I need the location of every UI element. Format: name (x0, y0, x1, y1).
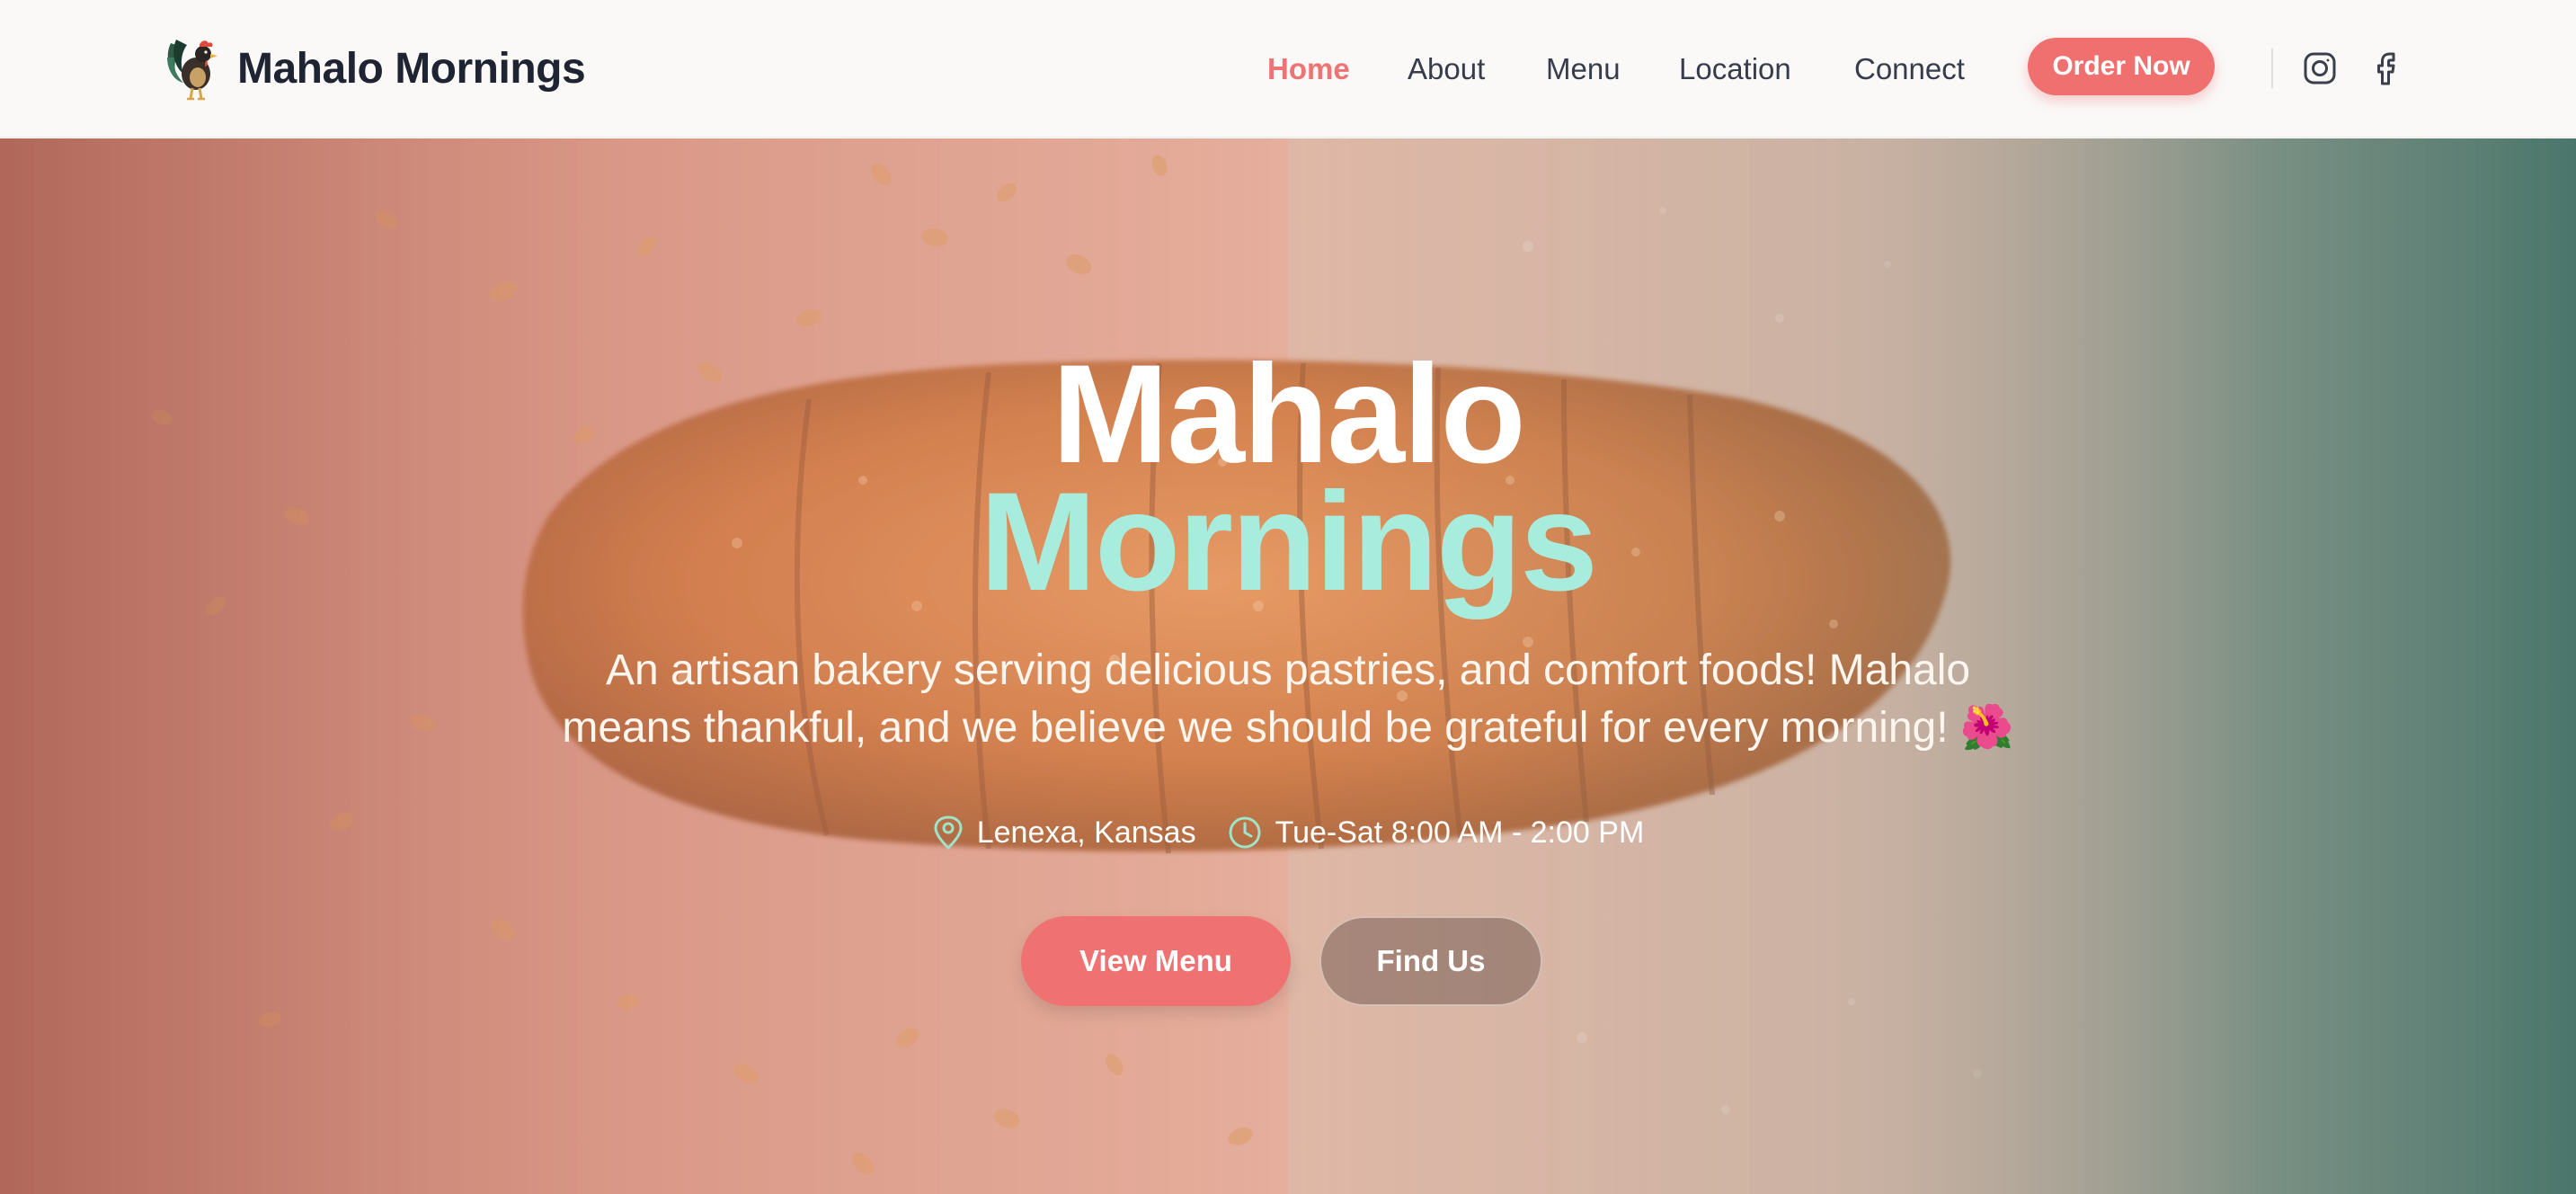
hero-title-line2: Mornings (980, 464, 1598, 620)
view-menu-button[interactable]: View Menu (1021, 916, 1291, 1006)
map-pin-icon (934, 815, 963, 851)
tagline-line1: An artisan bakery serving delicious past… (605, 646, 1971, 694)
nav-home-link[interactable]: Home (1267, 52, 1350, 86)
hero-section: Mahalo Mornings An artisan bakery servin… (0, 138, 2576, 1194)
hero-info-row: Lenexa, Kansas Tue-Sat 8:00 AM - 2:00 PM (0, 813, 2576, 852)
nav-about-link[interactable]: About (1408, 52, 1485, 86)
facebook-icon (2377, 52, 2395, 85)
instagram-link[interactable] (2299, 48, 2341, 89)
nav-menu-link[interactable]: Menu (1546, 52, 1621, 86)
site-header: Mahalo Mornings Home About Menu Location… (0, 0, 2576, 138)
location-info: Lenexa, Kansas (932, 815, 1196, 851)
location-text: Lenexa, Kansas (976, 815, 1196, 850)
header-divider (2271, 49, 2273, 88)
facebook-link[interactable] (2366, 48, 2407, 89)
hours-info: Tue-Sat 8:00 AM - 2:00 PM (1227, 815, 1645, 851)
hours-text: Tue-Sat 8:00 AM - 2:00 PM (1275, 815, 1645, 850)
hero-tagline: An artisan bakery serving delicious past… (467, 642, 2109, 757)
find-us-button[interactable]: Find Us (1319, 916, 1542, 1006)
rooster-logo-icon (167, 40, 218, 101)
tagline-line2: means thankful, and we believe we should… (562, 704, 2014, 752)
nav-connect-link[interactable]: Connect (1854, 52, 1965, 86)
instagram-icon (2304, 52, 2336, 85)
nav-location-link[interactable]: Location (1679, 52, 1791, 86)
clock-icon (1229, 816, 1261, 849)
order-now-button[interactable]: Order Now (2028, 38, 2215, 95)
brand-logo-link[interactable]: Mahalo Mornings (164, 34, 586, 102)
brand-name: Mahalo Mornings (237, 44, 586, 93)
